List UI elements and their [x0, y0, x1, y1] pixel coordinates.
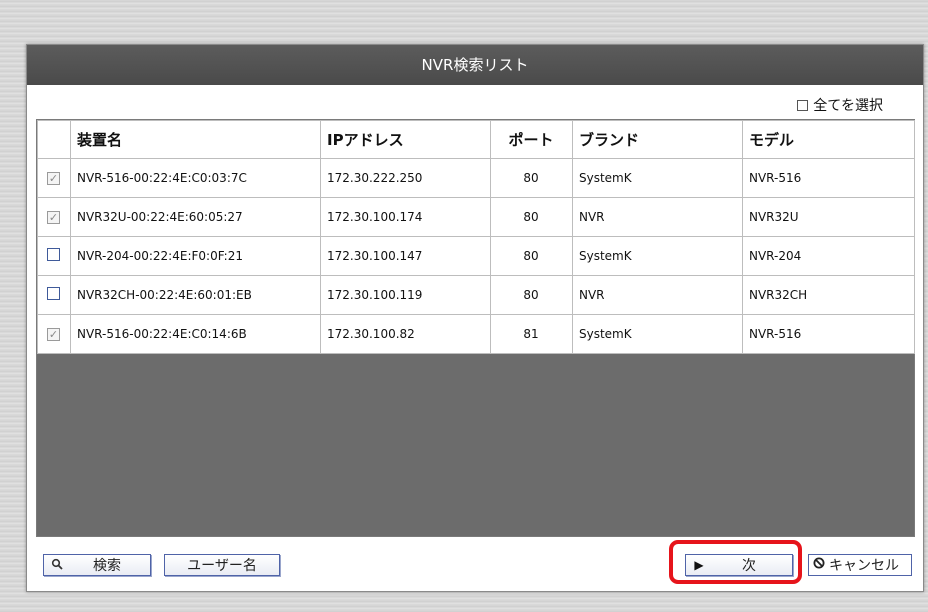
ip-address-cell: 172.30.100.82: [320, 314, 491, 354]
ip-address-cell: 172.30.100.174: [320, 197, 491, 237]
checkbox-icon[interactable]: [47, 248, 60, 261]
nvr-list: 装置名 IPアドレス ポート ブランド モデル ✓ NVR-516-00:22:4…: [36, 119, 915, 537]
row-checkbox-cell: ✓: [37, 158, 71, 198]
header-checkbox-column: [37, 120, 71, 159]
brand-cell: SystemK: [572, 236, 743, 276]
ip-address-cell: 172.30.100.119: [320, 275, 491, 315]
checkbox-icon[interactable]: [47, 287, 60, 300]
table-row[interactable]: ✓ NVR-516-00:22:4E:C0:03:7C 172.30.222.250…: [37, 158, 915, 198]
brand-cell: SystemK: [572, 158, 743, 198]
table-row[interactable]: NVR32CH-00:22:4E:60:01:EB 172.30.100.119 8…: [37, 275, 915, 315]
model-cell: NVR-516: [742, 158, 915, 198]
header-brand[interactable]: ブランド: [572, 120, 743, 159]
nvr-search-dialog: NVR検索リスト 全てを選択 装置名 IPアドレス ポート ブランド モデル ✓…: [26, 44, 924, 592]
checked-checkbox-icon[interactable]: ✓: [47, 172, 60, 185]
port-cell: 80: [490, 197, 573, 237]
device-name-cell: NVR-204-00:22:4E:F0:0F:21: [70, 236, 321, 276]
next-button[interactable]: ▶ 次: [685, 554, 793, 576]
select-all-label: 全てを選択: [813, 98, 883, 114]
port-cell: 80: [490, 158, 573, 198]
checked-checkbox-icon[interactable]: ✓: [47, 328, 60, 341]
search-icon: [50, 558, 64, 573]
row-checkbox-cell: [37, 236, 71, 276]
port-cell: 81: [490, 314, 573, 354]
port-cell: 80: [490, 236, 573, 276]
user-name-button-label: ユーザー名: [187, 558, 257, 574]
row-checkbox-cell: [37, 275, 71, 315]
brand-cell: NVR: [572, 197, 743, 237]
checked-checkbox-icon[interactable]: ✓: [47, 211, 60, 224]
model-cell: NVR-204: [742, 236, 915, 276]
checkbox-icon[interactable]: [797, 99, 809, 111]
header-device-name[interactable]: 装置名: [70, 120, 321, 159]
next-button-label: 次: [742, 558, 756, 574]
dialog-title: NVR検索リスト: [27, 45, 923, 85]
port-cell: 80: [490, 275, 573, 315]
select-all-checkbox[interactable]: 全てを選択: [797, 95, 883, 115]
header-ip-address[interactable]: IPアドレス: [320, 120, 491, 159]
model-cell: NVR32CH: [742, 275, 915, 315]
device-name-cell: NVR32U-00:22:4E:60:05:27: [70, 197, 321, 237]
play-icon: ▶: [694, 558, 704, 572]
table-row[interactable]: ✓ NVR-516-00:22:4E:C0:14:6B 172.30.100.82 8…: [37, 314, 915, 354]
nvr-table: 装置名 IPアドレス ポート ブランド モデル ✓ NVR-516-00:22:4…: [37, 120, 915, 354]
model-cell: NVR-516: [742, 314, 915, 354]
cancel-icon: [813, 557, 825, 573]
device-name-cell: NVR32CH-00:22:4E:60:01:EB: [70, 275, 321, 315]
model-cell: NVR32U: [742, 197, 915, 237]
row-checkbox-cell: ✓: [37, 197, 71, 237]
device-name-cell: NVR-516-00:22:4E:C0:14:6B: [70, 314, 321, 354]
user-name-button[interactable]: ユーザー名: [164, 554, 280, 576]
ip-address-cell: 172.30.100.147: [320, 236, 491, 276]
cancel-button-label: キャンセル: [829, 558, 899, 574]
row-checkbox-cell: ✓: [37, 314, 71, 354]
device-name-cell: NVR-516-00:22:4E:C0:03:7C: [70, 158, 321, 198]
header-port[interactable]: ポート: [490, 120, 573, 159]
brand-cell: NVR: [572, 275, 743, 315]
cancel-button[interactable]: キャンセル: [808, 554, 912, 576]
ip-address-cell: 172.30.222.250: [320, 158, 491, 198]
header-model[interactable]: モデル: [742, 120, 915, 159]
search-button[interactable]: 検索: [43, 554, 151, 576]
brand-cell: SystemK: [572, 314, 743, 354]
table-row[interactable]: NVR-204-00:22:4E:F0:0F:21 172.30.100.147 8…: [37, 236, 915, 276]
search-button-label: 検索: [93, 558, 121, 574]
table-header-row: 装置名 IPアドレス ポート ブランド モデル: [37, 120, 915, 159]
table-row[interactable]: ✓ NVR32U-00:22:4E:60:05:27 172.30.100.174 8…: [37, 197, 915, 237]
